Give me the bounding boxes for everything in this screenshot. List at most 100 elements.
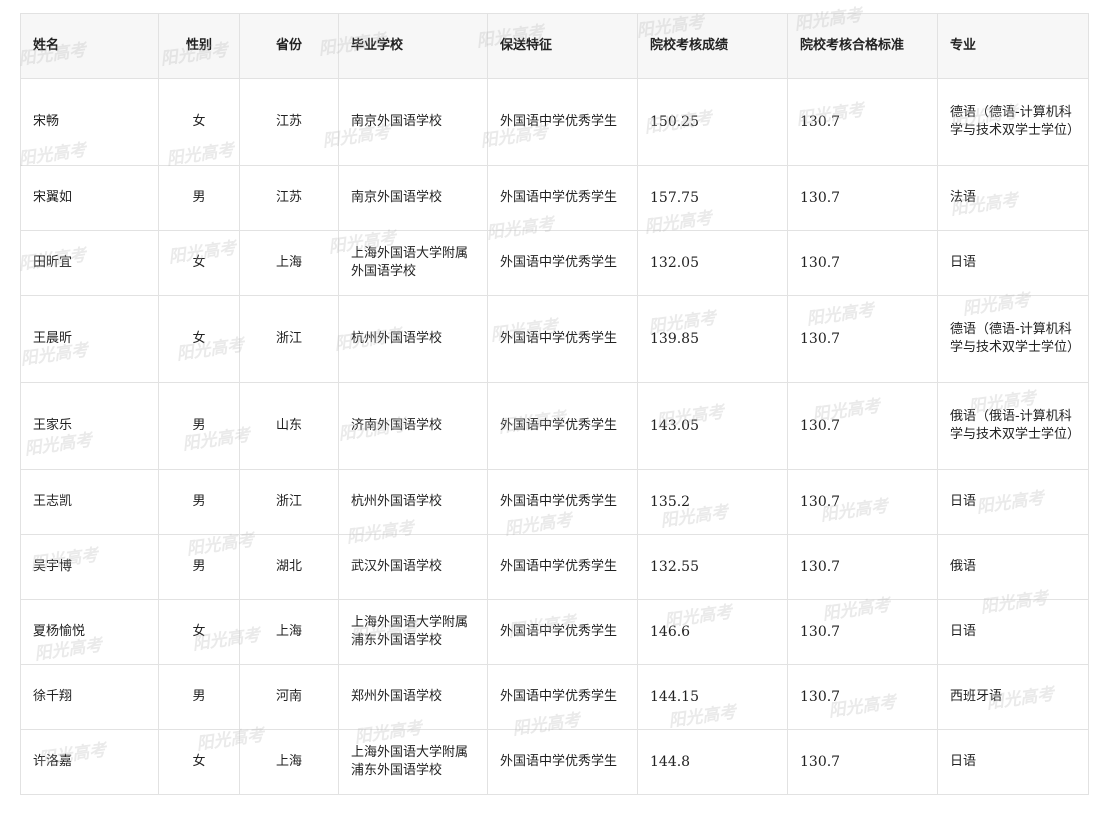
table-row: 王家乐男山东 济南外国语学校 外国语中学优秀学生 143.05 130.7 俄语（俄语-计…: [20, 382, 1089, 470]
cell-score: 132.55: [637, 534, 788, 600]
table-row: 宋畅女江苏 南京外国语学校 外国语中学优秀学生 150.25 130.7 德语（德语-计算…: [20, 78, 1089, 166]
cell-name: 宋翼如: [20, 165, 159, 231]
cell-standard: 130.7: [787, 664, 938, 730]
cell-province: 浙江: [239, 469, 339, 535]
header-gender: 性别: [158, 13, 240, 79]
cell-gender: 男: [158, 664, 240, 730]
cell-province: 河南: [239, 664, 339, 730]
cell-name: 许洛嘉: [20, 729, 159, 795]
table-row: 王志凯男浙江 杭州外国语学校 外国语中学优秀学生 135.2 130.7 日语: [20, 469, 1089, 535]
cell-standard: 130.7: [787, 534, 938, 600]
table-row: 夏杨愉悦女上海 上海外国语大学附属浦东外国语学校 外国语中学优秀学生 146.6 130…: [20, 599, 1089, 665]
table-row: 田昕宜女上海 上海外国语大学附属外国语学校 外国语中学优秀学生 132.05 130.7…: [20, 230, 1089, 296]
cell-major: 日语: [937, 729, 1089, 795]
table-row: 王晨昕女浙江 杭州外国语学校 外国语中学优秀学生 139.85 130.7 德语（德语-计…: [20, 295, 1089, 383]
cell-score: 144.8: [637, 729, 788, 795]
cell-school: 上海外国语大学附属浦东外国语学校: [338, 599, 488, 665]
cell-province: 湖北: [239, 534, 339, 600]
admission-table-container: 姓名 性别 省份 毕业学校 保送特征 院校考核成绩 院校考核合格标准 专业 宋畅…: [20, 13, 1089, 795]
cell-school: 南京外国语学校: [338, 78, 488, 166]
cell-province: 浙江: [239, 295, 339, 383]
cell-gender: 女: [158, 599, 240, 665]
header-school: 毕业学校: [338, 13, 488, 79]
cell-feature: 外国语中学优秀学生: [487, 664, 638, 730]
cell-score: 150.25: [637, 78, 788, 166]
cell-major: 德语（德语-计算机科学与技术双学士学位）: [937, 295, 1089, 383]
cell-gender: 男: [158, 382, 240, 470]
cell-standard: 130.7: [787, 230, 938, 296]
cell-school: 济南外国语学校: [338, 382, 488, 470]
cell-name: 王家乐: [20, 382, 159, 470]
header-score: 院校考核成绩: [637, 13, 788, 79]
table-row: 宋翼如男江苏 南京外国语学校 外国语中学优秀学生 157.75 130.7 法语: [20, 165, 1089, 231]
cell-name: 徐千翔: [20, 664, 159, 730]
cell-standard: 130.7: [787, 729, 938, 795]
cell-standard: 130.7: [787, 78, 938, 166]
cell-standard: 130.7: [787, 165, 938, 231]
cell-standard: 130.7: [787, 599, 938, 665]
header-standard: 院校考核合格标准: [787, 13, 938, 79]
header-name: 姓名: [20, 13, 159, 79]
cell-province: 江苏: [239, 78, 339, 166]
cell-name: 田昕宜: [20, 230, 159, 296]
cell-feature: 外国语中学优秀学生: [487, 469, 638, 535]
cell-gender: 女: [158, 729, 240, 795]
cell-major: 俄语: [937, 534, 1089, 600]
cell-gender: 男: [158, 165, 240, 231]
cell-name: 夏杨愉悦: [20, 599, 159, 665]
cell-score: 146.6: [637, 599, 788, 665]
header-province: 省份: [239, 13, 339, 79]
cell-name: 吴宇博: [20, 534, 159, 600]
cell-province: 山东: [239, 382, 339, 470]
header-major: 专业: [937, 13, 1089, 79]
cell-standard: 130.7: [787, 295, 938, 383]
cell-school: 杭州外国语学校: [338, 295, 488, 383]
cell-feature: 外国语中学优秀学生: [487, 599, 638, 665]
cell-major: 法语: [937, 165, 1089, 231]
cell-score: 144.15: [637, 664, 788, 730]
cell-major: 西班牙语: [937, 664, 1089, 730]
cell-score: 139.85: [637, 295, 788, 383]
cell-major: 日语: [937, 230, 1089, 296]
cell-province: 上海: [239, 729, 339, 795]
cell-feature: 外国语中学优秀学生: [487, 78, 638, 166]
cell-school: 武汉外国语学校: [338, 534, 488, 600]
cell-name: 王晨昕: [20, 295, 159, 383]
cell-feature: 外国语中学优秀学生: [487, 165, 638, 231]
cell-feature: 外国语中学优秀学生: [487, 382, 638, 470]
cell-standard: 130.7: [787, 469, 938, 535]
cell-school: 杭州外国语学校: [338, 469, 488, 535]
cell-feature: 外国语中学优秀学生: [487, 230, 638, 296]
cell-standard: 130.7: [787, 382, 938, 470]
cell-score: 132.05: [637, 230, 788, 296]
table-row: 徐千翔男河南 郑州外国语学校 外国语中学优秀学生 144.15 130.7 西班牙语: [20, 664, 1089, 730]
cell-major: 日语: [937, 599, 1089, 665]
cell-name: 宋畅: [20, 78, 159, 166]
cell-major: 德语（德语-计算机科学与技术双学士学位）: [937, 78, 1089, 166]
cell-gender: 女: [158, 78, 240, 166]
cell-province: 上海: [239, 230, 339, 296]
cell-gender: 女: [158, 230, 240, 296]
cell-school: 南京外国语学校: [338, 165, 488, 231]
table-row: 许洛嘉女上海 上海外国语大学附属浦东外国语学校 外国语中学优秀学生 144.8 130.…: [20, 729, 1089, 795]
cell-province: 江苏: [239, 165, 339, 231]
cell-gender: 女: [158, 295, 240, 383]
cell-feature: 外国语中学优秀学生: [487, 295, 638, 383]
cell-school: 郑州外国语学校: [338, 664, 488, 730]
cell-score: 135.2: [637, 469, 788, 535]
cell-major: 日语: [937, 469, 1089, 535]
header-feature: 保送特征: [487, 13, 638, 79]
cell-school: 上海外国语大学附属外国语学校: [338, 230, 488, 296]
cell-score: 157.75: [637, 165, 788, 231]
table-row: 吴宇博男湖北 武汉外国语学校 外国语中学优秀学生 132.55 130.7 俄语: [20, 534, 1089, 600]
cell-major: 俄语（俄语-计算机科学与技术双学士学位）: [937, 382, 1089, 470]
cell-gender: 男: [158, 469, 240, 535]
cell-school: 上海外国语大学附属浦东外国语学校: [338, 729, 488, 795]
cell-province: 上海: [239, 599, 339, 665]
admission-table: 姓名 性别 省份 毕业学校 保送特征 院校考核成绩 院校考核合格标准 专业 宋畅…: [20, 13, 1089, 795]
table-header-row: 姓名 性别 省份 毕业学校 保送特征 院校考核成绩 院校考核合格标准 专业: [20, 13, 1089, 79]
table-body: 宋畅女江苏 南京外国语学校 外国语中学优秀学生 150.25 130.7 德语（德语-计算…: [20, 78, 1089, 795]
cell-score: 143.05: [637, 382, 788, 470]
cell-feature: 外国语中学优秀学生: [487, 729, 638, 795]
cell-feature: 外国语中学优秀学生: [487, 534, 638, 600]
